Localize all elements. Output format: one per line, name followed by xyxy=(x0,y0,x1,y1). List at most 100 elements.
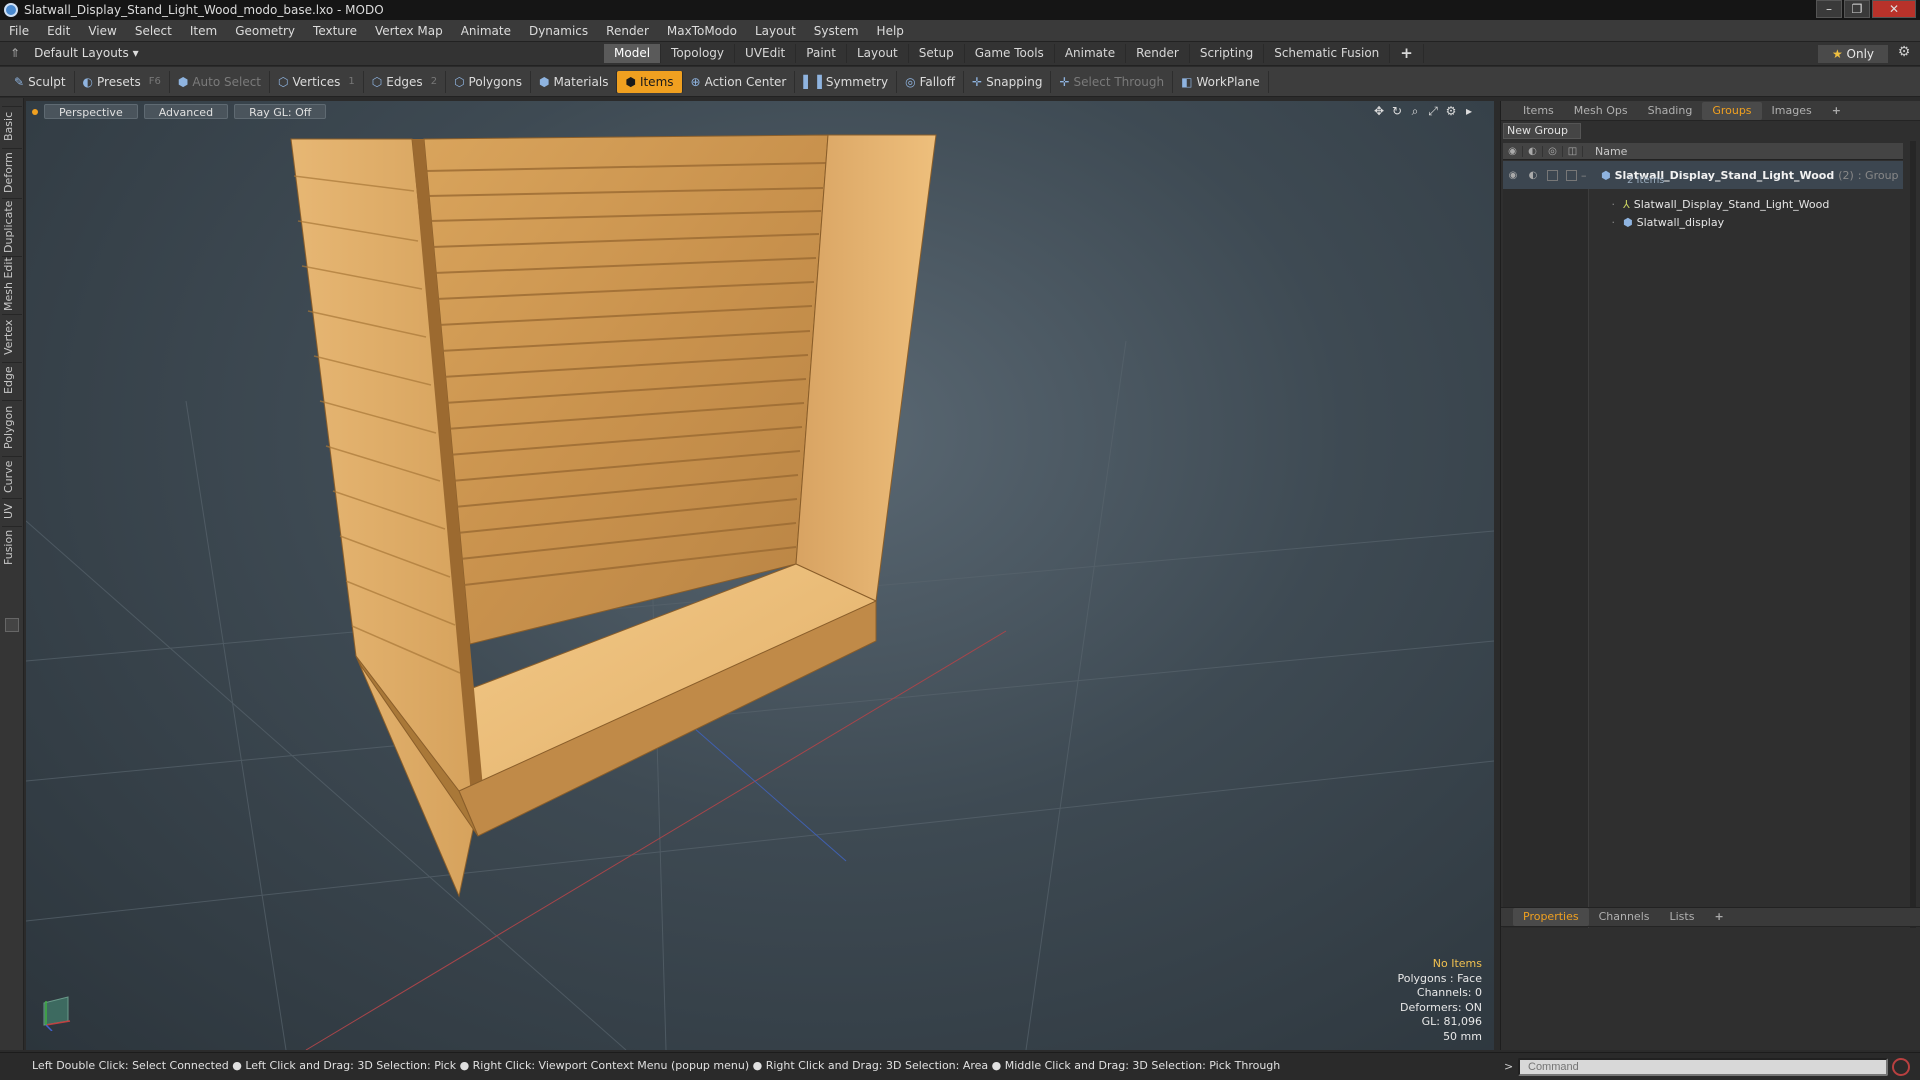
tab-paint[interactable]: Paint xyxy=(796,44,847,63)
collapse-arrow-icon[interactable]: ⇑ xyxy=(10,46,20,60)
group-icon: ⬢ xyxy=(1601,168,1611,182)
tab-mesh-ops[interactable]: Mesh Ops xyxy=(1564,102,1638,120)
tab-channels[interactable]: Channels xyxy=(1589,908,1660,926)
menu-render[interactable]: Render xyxy=(597,24,658,38)
add-panel-tab-button[interactable]: + xyxy=(1822,102,1851,120)
menu-edit[interactable]: Edit xyxy=(38,24,79,38)
groups-scrollbar[interactable] xyxy=(1910,141,1916,981)
tab-setup[interactable]: Setup xyxy=(909,44,965,63)
workplane-button[interactable]: ◧ WorkPlane xyxy=(1173,70,1269,93)
mesh-icon: ⬢ xyxy=(1623,215,1633,229)
vtab-deform[interactable]: Deform xyxy=(2,148,22,196)
lock-column-icon[interactable]: ◎ xyxy=(1543,145,1563,157)
vtab-edge[interactable]: Edge xyxy=(2,362,22,398)
tab-scripting[interactable]: Scripting xyxy=(1190,44,1265,63)
vtab-mesh-edit[interactable]: Mesh Edit xyxy=(2,256,22,312)
3d-viewport[interactable]: Perspective Advanced Ray GL: Off ✥ ↻ ⌕ ⤢… xyxy=(26,101,1494,1050)
close-button[interactable]: ✕ xyxy=(1872,0,1916,18)
maximize-button[interactable]: ❐ xyxy=(1844,0,1870,18)
tab-layout[interactable]: Layout xyxy=(847,44,909,63)
vertices-button[interactable]: ⬡ Vertices 1 xyxy=(270,70,364,93)
menu-view[interactable]: View xyxy=(79,24,125,38)
shading-mode-button[interactable]: Advanced xyxy=(143,104,229,119)
presets-button[interactable]: ◐ Presets F6 xyxy=(75,70,170,93)
new-group-button[interactable]: New Group xyxy=(1503,123,1581,139)
select-through-button[interactable]: ✛ Select Through xyxy=(1051,70,1174,93)
tab-game-tools[interactable]: Game Tools xyxy=(965,44,1055,63)
select-toggle[interactable] xyxy=(1566,169,1577,181)
vtab-polygon[interactable]: Polygon xyxy=(2,400,22,454)
polygons-button[interactable]: ⬡ Polygons xyxy=(446,70,531,93)
viewport-settings-icon[interactable]: ⚙ xyxy=(1442,104,1460,119)
viewport-menu-dot-icon[interactable] xyxy=(32,108,38,115)
falloff-button[interactable]: ◎ Falloff xyxy=(897,70,964,93)
tab-shading[interactable]: Shading xyxy=(1638,102,1703,120)
tab-lists[interactable]: Lists xyxy=(1660,908,1705,926)
group-expand-icon[interactable]: – xyxy=(1581,169,1601,182)
tab-schematic-fusion[interactable]: Schematic Fusion xyxy=(1264,44,1391,63)
eye-column-icon[interactable]: ◉ xyxy=(1503,145,1523,157)
tree-item-row[interactable]: · ⬢ Slatwall_display xyxy=(1503,213,1903,231)
tree-item-row[interactable]: · ⅄ Slatwall_Display_Stand_Light_Wood xyxy=(1503,195,1903,213)
name-column-header[interactable]: Name xyxy=(1583,145,1627,158)
add-tab-button[interactable]: + xyxy=(1390,44,1424,63)
vtab-fusion[interactable]: Fusion xyxy=(2,526,22,568)
tab-properties[interactable]: Properties xyxy=(1513,908,1589,926)
vtab-uv[interactable]: UV xyxy=(2,498,22,524)
rotate-view-icon[interactable]: ↻ xyxy=(1388,104,1406,119)
menu-texture[interactable]: Texture xyxy=(304,24,366,38)
minimize-button[interactable]: – xyxy=(1816,0,1842,18)
move-view-icon[interactable]: ✥ xyxy=(1370,104,1388,119)
select-column-icon[interactable]: ◫ xyxy=(1563,145,1583,157)
command-input[interactable] xyxy=(1518,1058,1888,1076)
group-row[interactable]: ◉ ◐ – ⬢ Slatwall_Display_Stand_Light_Woo… xyxy=(1503,161,1903,189)
tab-topology[interactable]: Topology xyxy=(661,44,736,63)
render-toggle-icon[interactable]: ◐ xyxy=(1523,170,1543,181)
menu-geometry[interactable]: Geometry xyxy=(226,24,304,38)
menu-animate[interactable]: Animate xyxy=(452,24,520,38)
tab-render[interactable]: Render xyxy=(1126,44,1190,63)
view-mode-button[interactable]: Perspective xyxy=(44,104,138,119)
visibility-eye-icon[interactable]: ◉ xyxy=(1503,170,1523,181)
expand-right-icon[interactable]: ▸ xyxy=(1460,104,1478,119)
edges-button[interactable]: ⬡ Edges 2 xyxy=(364,70,447,93)
stop-icon[interactable] xyxy=(1892,1058,1910,1076)
tree-connector-icon: · xyxy=(1611,197,1616,211)
tab-animate[interactable]: Animate xyxy=(1055,44,1127,63)
menu-help[interactable]: Help xyxy=(868,24,913,38)
tab-uvedit[interactable]: UVEdit xyxy=(735,44,797,63)
vtab-basic[interactable]: Basic xyxy=(2,106,22,146)
menu-system[interactable]: System xyxy=(805,24,868,38)
tab-images[interactable]: Images xyxy=(1762,102,1822,120)
gear-icon[interactable]: ⚙ xyxy=(1894,44,1914,64)
materials-button[interactable]: ⬢ Materials xyxy=(531,70,618,93)
vtab-vertex[interactable]: Vertex xyxy=(2,314,22,360)
menu-layout[interactable]: Layout xyxy=(746,24,805,38)
panel-toggle-icon[interactable] xyxy=(5,618,19,632)
vtab-curve[interactable]: Curve xyxy=(2,456,22,496)
vtab-duplicate[interactable]: Duplicate xyxy=(2,198,22,254)
symmetry-button[interactable]: ▌▐ Symmetry xyxy=(795,70,898,93)
add-properties-tab-button[interactable]: + xyxy=(1704,908,1733,926)
layout-dropdown[interactable]: ⇑ Default Layouts ▾ xyxy=(10,46,139,60)
menu-vertex-map[interactable]: Vertex Map xyxy=(366,24,452,38)
tab-model[interactable]: Model xyxy=(604,44,662,63)
menu-dynamics[interactable]: Dynamics xyxy=(520,24,597,38)
render-column-icon[interactable]: ◐ xyxy=(1523,145,1543,157)
raygl-toggle[interactable]: Ray GL: Off xyxy=(234,104,327,119)
items-button[interactable]: ⬢ Items xyxy=(617,70,683,93)
tab-items[interactable]: Items xyxy=(1513,102,1564,120)
only-button[interactable]: ★ Only xyxy=(1818,45,1888,63)
menu-item[interactable]: Item xyxy=(181,24,226,38)
sculpt-button[interactable]: ✎ Sculpt xyxy=(6,70,75,93)
menu-maxtomodo[interactable]: MaxToModo xyxy=(658,24,746,38)
menu-file[interactable]: File xyxy=(0,24,38,38)
tab-groups[interactable]: Groups xyxy=(1702,101,1762,120)
menu-select[interactable]: Select xyxy=(126,24,181,38)
zoom-view-icon[interactable]: ⌕ xyxy=(1406,104,1424,119)
lock-toggle[interactable] xyxy=(1547,169,1558,181)
action-center-button[interactable]: ⊕ Action Center xyxy=(683,70,796,93)
snapping-button[interactable]: ✛ Snapping xyxy=(964,70,1052,93)
auto-select-button[interactable]: ⬢ Auto Select xyxy=(170,70,271,93)
maximize-view-icon[interactable]: ⤢ xyxy=(1424,104,1442,119)
